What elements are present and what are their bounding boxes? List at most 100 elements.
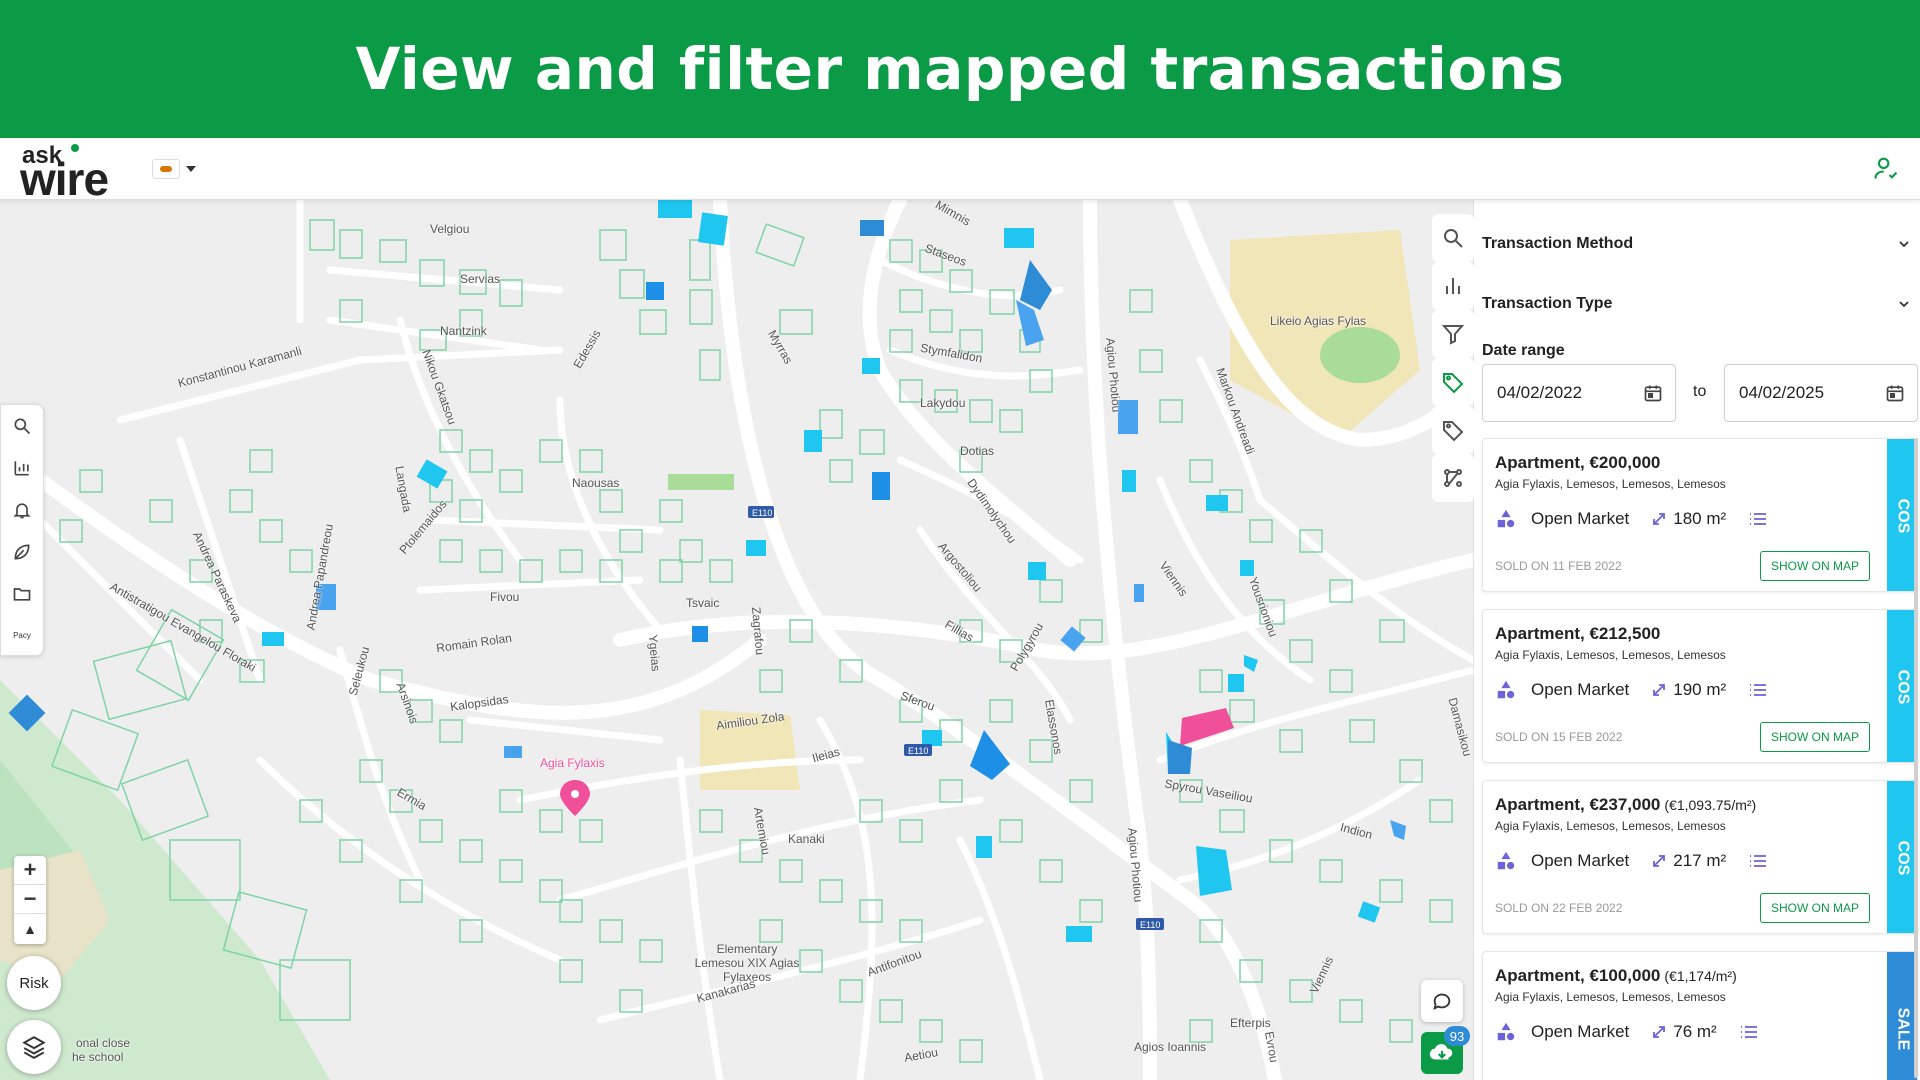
map-label: he school [72, 1050, 124, 1064]
street [326, 266, 564, 294]
folder-icon [13, 588, 31, 601]
app-header: ask wire [0, 138, 1920, 205]
transaction-location: Agia Fylaxis, Lemesos, Lemesos, Lemesos [1495, 819, 1726, 833]
chat-bubble-icon [1433, 993, 1451, 1011]
transactions-button[interactable] [1432, 358, 1474, 406]
shapes-icon [1497, 680, 1515, 699]
transaction-type-tag: COS [1887, 781, 1917, 933]
transaction-location: Agia Fylaxis, Lemesos, Lemesos, Lemesos [1495, 477, 1726, 491]
list-icon[interactable] [1739, 1024, 1759, 1040]
stats-tool[interactable] [1, 447, 43, 489]
measure-button[interactable] [1432, 454, 1474, 502]
calendar-icon[interactable] [1885, 383, 1905, 403]
bar-chart-icon [14, 461, 29, 476]
transactions-panel: Transaction Method Transaction Type Date… [1473, 200, 1920, 1080]
street [466, 716, 664, 744]
street [556, 396, 664, 634]
user-account-icon[interactable] [1872, 154, 1900, 182]
area-resize-icon [1653, 513, 1666, 525]
network-icon [1444, 469, 1462, 487]
draw-tool[interactable] [1, 531, 43, 573]
date-from-value: 04/02/2022 [1497, 383, 1583, 402]
show-on-map-button[interactable]: SHOW ON MAP [1760, 722, 1870, 752]
date-to-input[interactable]: 04/02/2025 [1724, 364, 1918, 422]
transaction-type-accordion[interactable]: Transaction Type [1482, 284, 1920, 324]
map-label: Dotias [960, 444, 995, 458]
transaction-card[interactable]: Apartment, €200,000 Agia Fylaxis, Lemeso… [1482, 438, 1918, 592]
filter-icon [1441, 325, 1465, 345]
analytics-button[interactable] [1432, 262, 1474, 310]
transaction-area: 190 m² [1673, 680, 1727, 699]
chevron-down-icon [1899, 301, 1909, 308]
street [1256, 496, 1473, 664]
panel-scrollbar[interactable] [1914, 438, 1918, 1078]
map-label: Velgiou [430, 222, 470, 236]
country-selector[interactable] [152, 156, 204, 182]
chat-button[interactable] [1421, 980, 1463, 1022]
map-label: Nantzink [440, 324, 487, 338]
caret-down-icon [186, 166, 196, 172]
search-tool[interactable] [1, 405, 43, 447]
road-shield-label: E110 [908, 746, 929, 756]
map-label: onal close [76, 1036, 131, 1050]
list-icon[interactable] [1748, 853, 1768, 869]
street [916, 526, 1074, 724]
transaction-area: 76 m² [1673, 1022, 1717, 1041]
calendar-icon[interactable] [1643, 383, 1663, 403]
street [676, 756, 724, 1080]
zoom-out-button[interactable]: − [14, 885, 46, 914]
transaction-type-label: Transaction Type [1482, 295, 1613, 312]
map-label: Naousas [572, 476, 620, 490]
transaction-details: Open Market 180 m² [1495, 507, 1795, 531]
filter-button[interactable] [1432, 310, 1474, 358]
map-label-school: Likeio Agias Fylas [1270, 314, 1367, 328]
map-label: Tsvaic [686, 596, 720, 610]
price-tag-icon [1443, 373, 1464, 394]
askwire-logo[interactable]: ask wire [20, 140, 130, 205]
transaction-card[interactable]: Apartment, €237,000 (€1,093.75/m²) Agia F… [1482, 780, 1918, 934]
shapes-icon [1497, 1022, 1515, 1041]
transaction-card[interactable]: Apartment, €212,500 Agia Fylaxis, Lemeso… [1482, 609, 1918, 763]
pacy-logo[interactable]: Pacy [1, 615, 43, 657]
map-label: Kanaki [788, 832, 825, 846]
folder-tool[interactable] [1, 573, 43, 615]
transaction-location: Agia Fylaxis, Lemesos, Lemesos, Lemesos [1495, 990, 1726, 1004]
sports-field [1320, 327, 1400, 383]
transaction-method-accordion[interactable]: Transaction Method [1482, 224, 1920, 264]
transaction-card[interactable]: Apartment, €100,000 (€1,174/m²) Agia Fyla… [1482, 951, 1918, 1080]
show-on-map-button[interactable]: SHOW ON MAP [1760, 551, 1870, 581]
area-resize-icon [1653, 684, 1666, 696]
logo-dot [71, 144, 79, 152]
date-to-value: 04/02/2025 [1739, 383, 1825, 402]
layers-button[interactable] [7, 1020, 61, 1074]
chevron-down-icon [1899, 241, 1909, 248]
map-label: Efterpis [1230, 1016, 1271, 1030]
compass-button[interactable]: ▲ [14, 914, 46, 943]
map-search-button[interactable] [1432, 214, 1474, 262]
list-icon[interactable] [1748, 511, 1768, 527]
tag-icon [1443, 421, 1464, 442]
map-label: Lakydou [920, 396, 966, 410]
street [326, 316, 544, 354]
transaction-market: Open Market [1531, 680, 1630, 699]
bar-chart-icon [1446, 278, 1460, 294]
shapes-icon [1497, 851, 1515, 870]
road-shield-label: E110 [1140, 920, 1161, 930]
school-area [1230, 230, 1420, 440]
transaction-sold-date: SOLD ON 15 FEB 2022 [1495, 730, 1623, 744]
date-from-input[interactable]: 04/02/2022 [1482, 364, 1676, 422]
main-road [1083, 200, 1157, 1080]
risk-button[interactable]: Risk [7, 956, 61, 1010]
layers-icon [22, 1036, 46, 1059]
show-on-map-button[interactable]: SHOW ON MAP [1760, 893, 1870, 923]
transaction-sold-date: SOLD ON 11 FEB 2022 [1495, 559, 1622, 573]
list-icon[interactable] [1748, 682, 1768, 698]
zoom-control: + − ▲ [14, 856, 46, 944]
transaction-title: Apartment, €212,500 [1495, 624, 1661, 643]
banner-title: View and filter mapped transactions [355, 35, 1565, 103]
map-canvas[interactable]: Velgiou Servias Nantzink Konstantinou Ka… [0, 200, 1473, 1080]
listings-button[interactable] [1432, 406, 1474, 454]
alerts-tool[interactable] [1, 489, 43, 531]
zoom-in-button[interactable]: + [14, 856, 46, 885]
transaction-details: Open Market 190 m² [1495, 678, 1795, 702]
